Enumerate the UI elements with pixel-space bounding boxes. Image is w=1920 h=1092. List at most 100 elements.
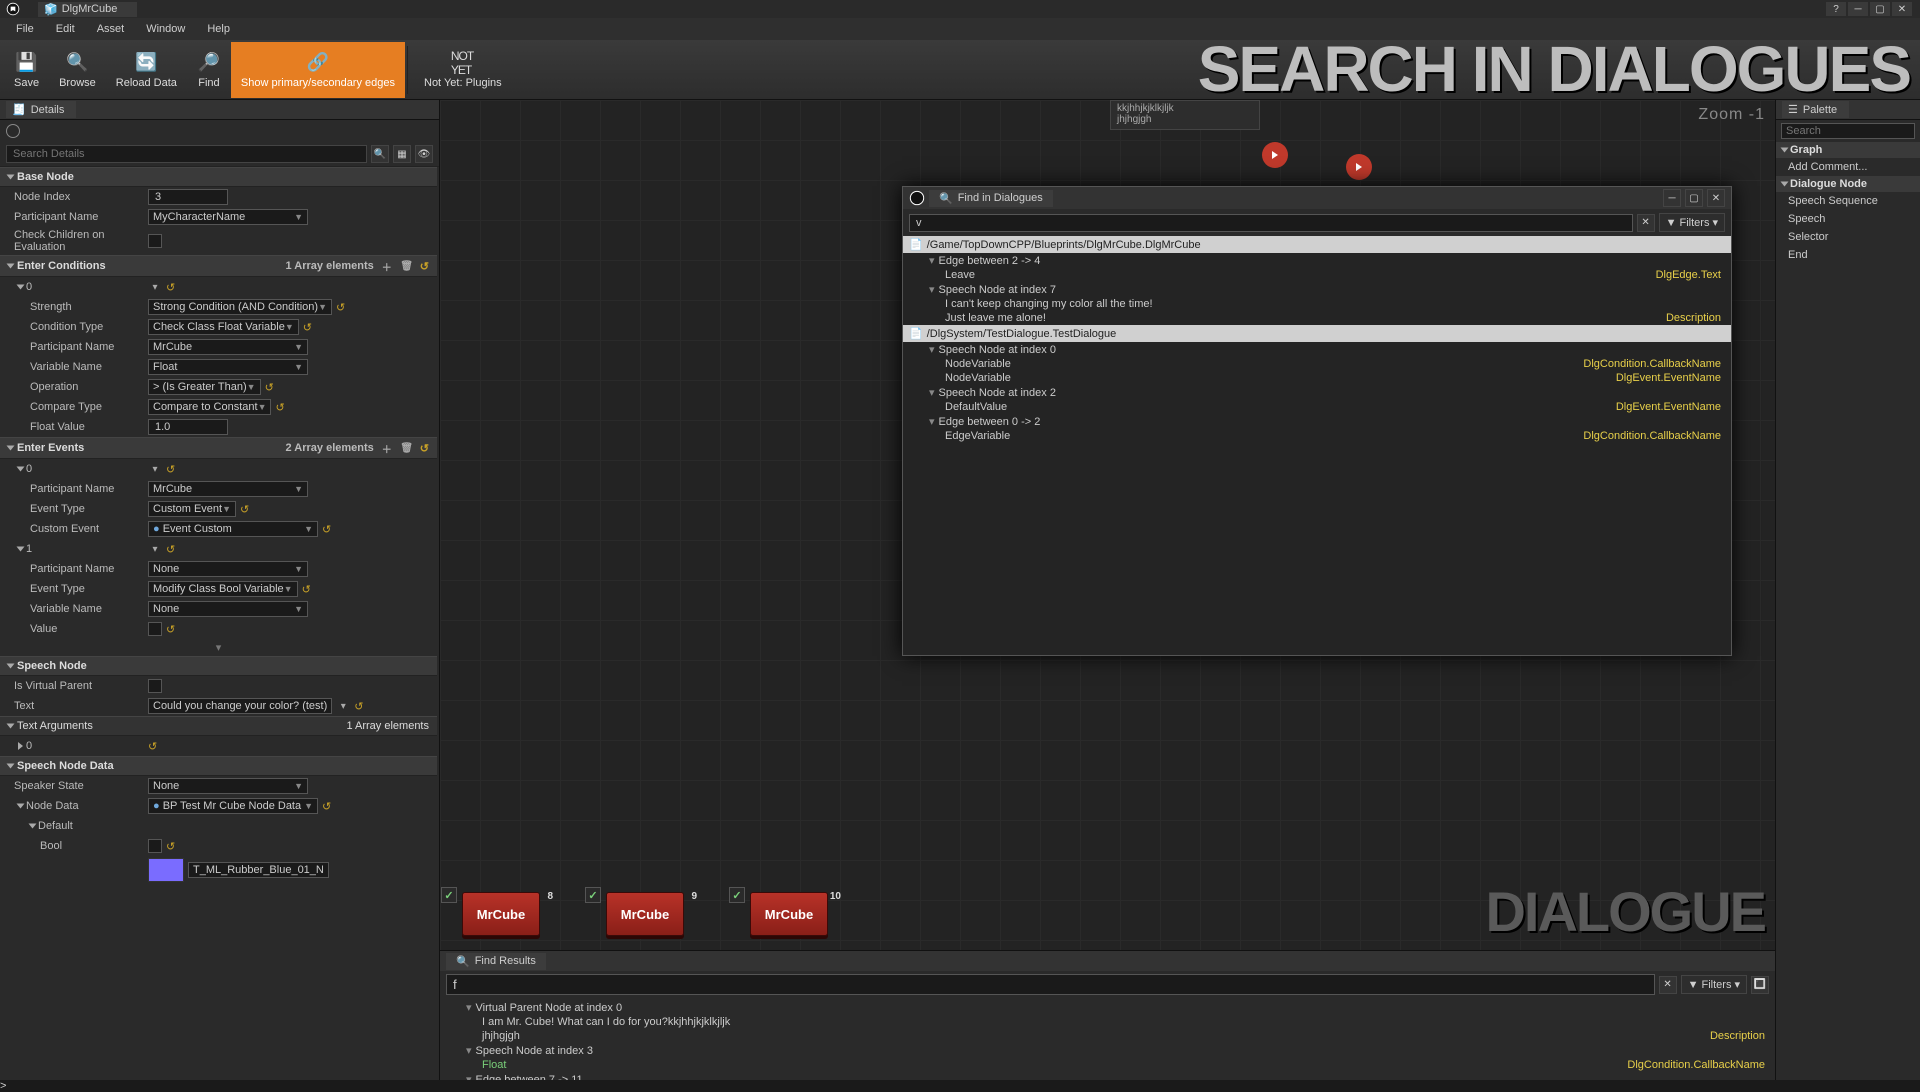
details-search-input[interactable] bbox=[6, 145, 367, 163]
section-enter-events[interactable]: Enter Events2 Array elements＋🗑↺ bbox=[0, 437, 437, 459]
speaker-dropdown[interactable]: None▼ bbox=[148, 778, 308, 794]
palette-section-graph[interactable]: Graph bbox=[1776, 142, 1920, 158]
reset-icon[interactable]: ↺ bbox=[322, 800, 331, 813]
browse-button[interactable]: 🔍Browse bbox=[49, 42, 106, 98]
find-dialogues-tab[interactable]: 🔍Find in Dialogues bbox=[929, 190, 1053, 207]
filters-button[interactable]: ▼ Filters ▾ bbox=[1681, 975, 1747, 994]
find-results-input[interactable] bbox=[446, 974, 1655, 995]
material-dropdown[interactable]: T_ML_Rubber_Blue_01_N bbox=[188, 862, 329, 878]
eye-icon[interactable]: 👁 bbox=[415, 145, 433, 163]
text-input[interactable]: Could you change your color? (test) bbox=[148, 698, 332, 714]
condition-type-dropdown[interactable]: Check Class Float Variable▼ bbox=[148, 319, 299, 335]
bool-checkbox[interactable] bbox=[148, 839, 162, 853]
menu-window[interactable]: Window bbox=[136, 20, 195, 38]
array-index-0[interactable]: 0 bbox=[8, 281, 148, 293]
section-speech-node-data[interactable]: Speech Node Data bbox=[0, 756, 437, 776]
menu-edit[interactable]: Edit bbox=[46, 20, 85, 38]
ev0-participant-dropdown[interactable]: MrCube▼ bbox=[148, 481, 308, 497]
maximize-button[interactable]: ▢ bbox=[1870, 2, 1890, 16]
search-icon[interactable]: 🔍 bbox=[371, 145, 389, 163]
clear-icon[interactable]: ✕ bbox=[1637, 214, 1655, 232]
result-row[interactable]: ▾Speech Node at index 0 bbox=[903, 342, 1731, 357]
search-global-icon[interactable]: 🔳 bbox=[1751, 976, 1769, 994]
participant-dropdown[interactable]: MyCharacterName▼ bbox=[148, 209, 308, 225]
filters-button[interactable]: ▼ Filters ▾ bbox=[1659, 213, 1725, 232]
minimize-button[interactable]: ─ bbox=[1848, 2, 1868, 16]
minimize-button[interactable]: ─ bbox=[1663, 189, 1681, 207]
variable-name-dropdown[interactable]: Float▼ bbox=[148, 359, 308, 375]
reset-icon[interactable]: ↺ bbox=[166, 463, 175, 476]
trash-icon[interactable]: 🗑 bbox=[400, 441, 414, 455]
menu-asset[interactable]: Asset bbox=[87, 20, 135, 38]
clear-icon[interactable]: ✕ bbox=[1659, 976, 1677, 994]
strength-dropdown[interactable]: Strong Condition (AND Condition)▼ bbox=[148, 299, 332, 315]
menu-file[interactable]: File bbox=[6, 20, 44, 38]
matrix-icon[interactable]: ▦ bbox=[393, 145, 411, 163]
palette-item-selector[interactable]: Selector bbox=[1776, 228, 1920, 246]
find-results-tree[interactable]: ▾Virtual Parent Node at index 0 I am Mr.… bbox=[440, 998, 1775, 1080]
palette-item-speech-sequence[interactable]: Speech Sequence bbox=[1776, 192, 1920, 210]
find-dialogues-input[interactable] bbox=[909, 214, 1633, 232]
cond-participant-dropdown[interactable]: MrCube▼ bbox=[148, 339, 308, 355]
close-button[interactable]: ✕ bbox=[1892, 2, 1912, 16]
palette-section-dialogue-node[interactable]: Dialogue Node bbox=[1776, 176, 1920, 192]
graph-node-fragment[interactable]: kkjhhjkjklkjljkjhjhgjgh bbox=[1110, 100, 1260, 130]
result-row[interactable]: NodeVariableDlgCondition.CallbackName bbox=[903, 357, 1731, 371]
graph-node-mrcube[interactable]: ✓MrCube8 bbox=[462, 892, 540, 936]
array-index-1[interactable]: 1 bbox=[8, 543, 148, 555]
reset-icon[interactable]: ↺ bbox=[354, 700, 363, 713]
window-tab[interactable]: 🧊 DlgMrCube bbox=[38, 2, 137, 17]
reset-icon[interactable]: ↺ bbox=[166, 623, 175, 636]
array-index-0b[interactable]: 0 bbox=[8, 463, 148, 475]
result-row[interactable]: FloatDlgCondition.CallbackName bbox=[440, 1058, 1775, 1072]
result-row[interactable]: Just leave me alone!Description bbox=[903, 311, 1731, 325]
section-base-node[interactable]: Base Node bbox=[0, 167, 437, 187]
result-row[interactable]: ▾Virtual Parent Node at index 0 bbox=[440, 1000, 1775, 1015]
plugin-button[interactable]: NOT YETNot Yet: Plugins bbox=[410, 42, 516, 98]
help-icon[interactable]: ? bbox=[1826, 2, 1846, 16]
save-button[interactable]: 💾Save bbox=[4, 42, 49, 98]
find-results-tab[interactable]: 🔍Find Results bbox=[446, 953, 546, 970]
node-index-input[interactable]: 3 bbox=[148, 189, 228, 205]
reset-icon[interactable]: ↺ bbox=[148, 740, 157, 753]
float-value-input[interactable]: 1.0 bbox=[148, 419, 228, 435]
palette-item-add-comment[interactable]: Add Comment... bbox=[1776, 158, 1920, 176]
section-text-args[interactable]: Text Arguments1 Array elements bbox=[0, 716, 437, 736]
label-node-data[interactable]: Node Data bbox=[8, 800, 148, 812]
reset-icon[interactable]: ↺ bbox=[302, 583, 311, 596]
reset-icon[interactable]: ↺ bbox=[322, 523, 331, 536]
reset-icon[interactable]: ↺ bbox=[420, 442, 429, 455]
section-speech-node[interactable]: Speech Node bbox=[0, 656, 437, 676]
graph-pin-icon[interactable] bbox=[1262, 142, 1288, 168]
result-row[interactable]: ▾Speech Node at index 2 bbox=[903, 385, 1731, 400]
reload-button[interactable]: 🔄Reload Data bbox=[106, 42, 187, 98]
maximize-button[interactable]: ▢ bbox=[1685, 189, 1703, 207]
menu-help[interactable]: Help bbox=[197, 20, 240, 38]
reset-icon[interactable]: ↺ bbox=[240, 503, 249, 516]
reset-icon[interactable]: ↺ bbox=[166, 281, 175, 294]
reset-icon[interactable]: ↺ bbox=[265, 381, 274, 394]
find-button[interactable]: 🔎Find bbox=[187, 42, 231, 98]
operation-dropdown[interactable]: > (Is Greater Than)▼ bbox=[148, 379, 261, 395]
ev1-type-dropdown[interactable]: Modify Class Bool Variable▼ bbox=[148, 581, 298, 597]
show-edges-button[interactable]: 🔗Show primary/secondary edges bbox=[231, 42, 405, 98]
reset-icon[interactable]: ↺ bbox=[166, 543, 175, 556]
material-thumbnail[interactable] bbox=[148, 858, 184, 882]
add-icon[interactable]: ＋ bbox=[380, 259, 394, 273]
custom-event-dropdown[interactable]: ● Event Custom▼ bbox=[148, 521, 318, 537]
add-icon[interactable]: ＋ bbox=[380, 441, 394, 455]
result-row[interactable]: ▾Speech Node at index 7 bbox=[903, 282, 1731, 297]
find-results-tree[interactable]: 📄 /Game/TopDownCPP/Blueprints/DlgMrCube.… bbox=[903, 236, 1731, 655]
value-checkbox[interactable] bbox=[148, 622, 162, 636]
label-default[interactable]: Default bbox=[8, 820, 148, 832]
result-row[interactable]: LeaveDlgEdge.Text bbox=[903, 268, 1731, 282]
result-row[interactable]: I am Mr. Cube! What can I do for you?kkj… bbox=[440, 1015, 1775, 1029]
reset-icon[interactable]: ↺ bbox=[275, 401, 284, 414]
result-row[interactable]: ▾Edge between 7 -> 11 bbox=[440, 1072, 1775, 1080]
palette-item-end[interactable]: End bbox=[1776, 246, 1920, 264]
virtual-checkbox[interactable] bbox=[148, 679, 162, 693]
textarg-0[interactable]: 0 bbox=[8, 740, 148, 752]
graph-canvas[interactable]: Zoom -1 kkjhhjkjklkjljkjhjhgjgh 🔍Find in… bbox=[440, 100, 1775, 950]
check-children-checkbox[interactable] bbox=[148, 234, 162, 248]
result-row[interactable]: DefaultValueDlgEvent.EventName bbox=[903, 400, 1731, 414]
